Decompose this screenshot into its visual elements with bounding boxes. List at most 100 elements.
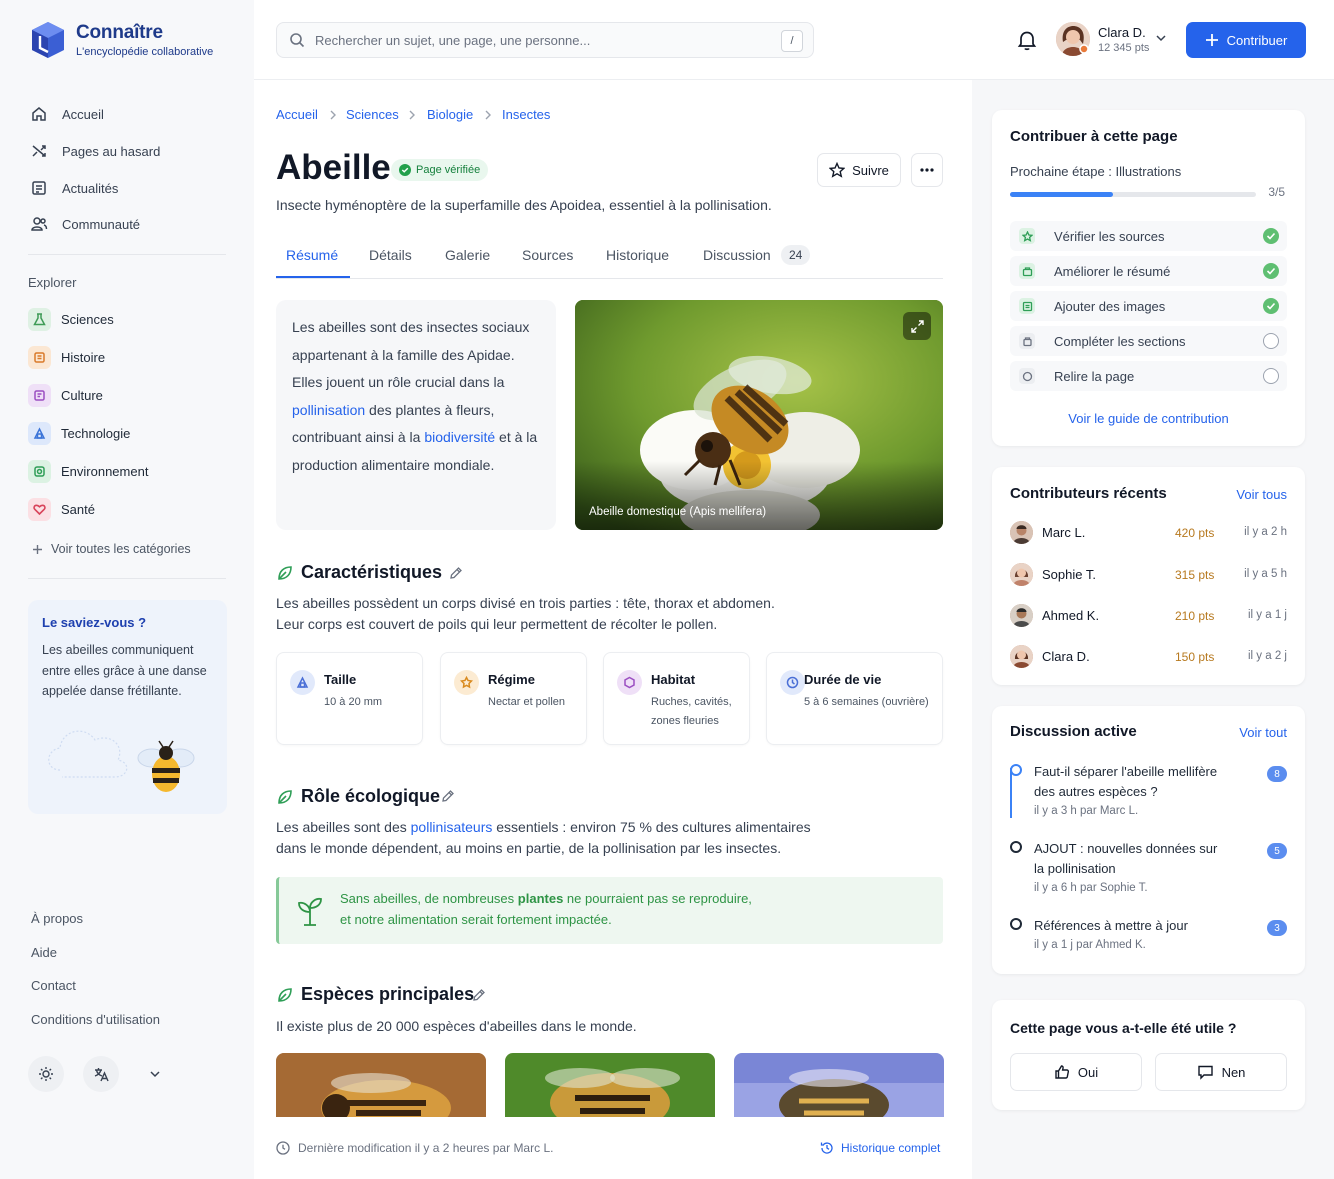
checklist-item[interactable]: Ajouter des images <box>1010 291 1287 321</box>
checklist-label: Compléter les sections <box>1054 334 1186 349</box>
contribute-panel: Contribuer à cette page Prochaine étape … <box>992 110 1305 446</box>
section-title-species: Espèces principales <box>301 984 475 1004</box>
tab-discussion[interactable]: Discussion <box>703 247 771 263</box>
edit-pencil-icon[interactable] <box>472 988 486 1002</box>
checklist-item[interactable]: Améliorer le résumé <box>1010 256 1287 286</box>
fact-label: Durée de vie <box>804 672 882 687</box>
discussion-count: 5 <box>1267 843 1287 859</box>
footer-link-terms[interactable]: Conditions d'utilisation <box>31 1012 160 1027</box>
edit-pencil-icon[interactable] <box>449 566 463 580</box>
category-histoire[interactable]: Histoire <box>28 342 228 372</box>
contributor-name: Clara D. <box>1042 649 1090 664</box>
search-input[interactable]: Rechercher un sujet, une page, une perso… <box>315 33 590 48</box>
expand-image-button[interactable] <box>903 312 931 340</box>
tip-title: Le saviez-vous ? <box>42 615 147 630</box>
explore-title: Explorer <box>28 275 77 290</box>
plus-icon <box>33 544 42 554</box>
contributor-time: il y a 5 h <box>1244 568 1287 580</box>
users-icon <box>31 217 48 231</box>
species-thumbnail[interactable] <box>734 1053 944 1117</box>
avatar <box>1010 604 1033 627</box>
helpful-no-button[interactable]: Nen <box>1155 1053 1287 1091</box>
nav-item-news[interactable]: Actualités <box>28 173 228 203</box>
contributor-row[interactable]: Sophie T. 315 pts il y a 5 h <box>1010 561 1287 589</box>
breadcrumb-sciences[interactable]: Sciences <box>346 107 399 122</box>
chip-icon <box>28 421 51 445</box>
category-technologie[interactable]: Technologie <box>28 418 228 448</box>
pollination-link[interactable]: pollinisation <box>292 402 365 418</box>
chat-bubble-icon <box>1010 764 1022 776</box>
category-sciences[interactable]: Sciences <box>28 304 228 334</box>
tab-galerie[interactable]: Galerie <box>445 247 490 263</box>
species-thumbnail[interactable] <box>276 1053 486 1117</box>
contributor-row[interactable]: Ahmed K. 210 pts il y a 1 j <box>1010 602 1287 630</box>
helpful-yes-button[interactable]: Oui <box>1010 1053 1142 1091</box>
hero-image[interactable]: Abeille domestique (Apis mellifera) <box>575 300 943 530</box>
checklist-item[interactable]: Compléter les sections <box>1010 326 1287 356</box>
breadcrumb-insectes[interactable]: Insectes <box>502 107 550 122</box>
empty-circle-icon <box>1263 368 1279 384</box>
chevron-down-icon[interactable] <box>1155 33 1167 43</box>
biodiversity-link[interactable]: biodiversité <box>424 429 495 445</box>
chevron-down-icon[interactable] <box>149 1069 161 1079</box>
edit-pencil-icon[interactable] <box>441 789 455 803</box>
footer-link-contact[interactable]: Contact <box>31 978 76 993</box>
bell-icon[interactable] <box>1016 29 1038 51</box>
contributor-points: 210 pts <box>1175 609 1215 623</box>
nav-item-random[interactable]: Pages au hasard <box>28 136 228 166</box>
all-categories-label: Voir toutes les catégories <box>51 542 191 556</box>
tab-sources[interactable]: Sources <box>522 247 573 263</box>
fact-label: Taille <box>324 672 357 687</box>
species-text: Il existe plus de 20 000 espèces d'abeil… <box>276 1018 637 1034</box>
full-history-label: Historique complet <box>841 1141 941 1155</box>
history-icon <box>820 1142 833 1154</box>
checklist-item[interactable]: Relire la page <box>1010 361 1287 391</box>
nav-item-community[interactable]: Communauté <box>28 209 228 239</box>
contributor-time: il y a 2 h <box>1244 526 1287 538</box>
next-step-text: Prochaine étape : Illustrations <box>1010 164 1182 179</box>
user-name[interactable]: Clara D. <box>1098 25 1146 40</box>
footer-link-about[interactable]: À propos <box>31 911 83 926</box>
see-all-discussions-link[interactable]: Voir tout <box>1239 725 1287 740</box>
tab-resume[interactable]: Résumé <box>286 247 338 263</box>
category-environnement[interactable]: Environnement <box>28 456 228 486</box>
breadcrumb-home[interactable]: Accueil <box>276 107 318 122</box>
active-tab-indicator <box>276 276 350 278</box>
chevron-right-icon <box>409 110 415 120</box>
breadcrumb-biologie[interactable]: Biologie <box>427 107 473 122</box>
category-culture[interactable]: Culture <box>28 380 228 410</box>
contribute-button[interactable]: Contribuer <box>1186 22 1306 58</box>
discussion-item[interactable]: Faut-il séparer l'abeille mellifère des … <box>1010 762 1287 824</box>
more-options-button[interactable] <box>911 153 943 187</box>
tabs-divider <box>276 278 943 279</box>
contributor-row[interactable]: Marc L. 420 pts il y a 2 h <box>1010 519 1287 547</box>
contributor-row[interactable]: Clara D. 150 pts il y a 2 j <box>1010 643 1287 671</box>
see-all-contributors-link[interactable]: Voir tous <box>1236 487 1287 502</box>
checklist-label: Ajouter des images <box>1054 299 1166 314</box>
image-icon <box>1019 298 1035 314</box>
pollinators-link[interactable]: pollinisateurs <box>411 819 493 835</box>
star-icon <box>1019 228 1035 244</box>
discussion-item[interactable]: AJOUT : nouvelles données sur la pollini… <box>1010 839 1287 901</box>
search-bar[interactable]: Rechercher un sujet, une page, une perso… <box>276 22 814 58</box>
footer-link-help[interactable]: Aide <box>31 945 57 960</box>
discussion-item[interactable]: Références à mettre à jour il y a 1 j pa… <box>1010 916 1287 958</box>
language-button[interactable] <box>83 1056 119 1092</box>
checklist-label: Vérifier les sources <box>1054 229 1165 244</box>
category-label: Culture <box>61 387 103 403</box>
contribution-guide-link[interactable]: Voir le guide de contribution <box>992 411 1305 426</box>
category-sante[interactable]: Santé <box>28 494 228 524</box>
checklist-item[interactable]: Vérifier les sources <box>1010 221 1287 251</box>
species-thumbnail[interactable] <box>505 1053 715 1117</box>
tab-details[interactable]: Détails <box>369 247 412 263</box>
full-history-link[interactable]: Historique complet <box>820 1141 940 1155</box>
tab-historique[interactable]: Historique <box>606 247 669 263</box>
checklist-label: Améliorer le résumé <box>1054 264 1171 279</box>
all-categories-link[interactable]: Voir toutes les catégories <box>32 542 191 556</box>
discussion-title: Faut-il séparer l'abeille mellifère des … <box>1034 764 1218 799</box>
edit-icon <box>1019 263 1035 279</box>
follow-button[interactable]: Suivre <box>817 153 901 187</box>
brand-name[interactable]: Connaître <box>76 22 163 44</box>
theme-toggle-button[interactable] <box>28 1056 64 1092</box>
nav-item-home[interactable]: Accueil <box>28 99 228 129</box>
